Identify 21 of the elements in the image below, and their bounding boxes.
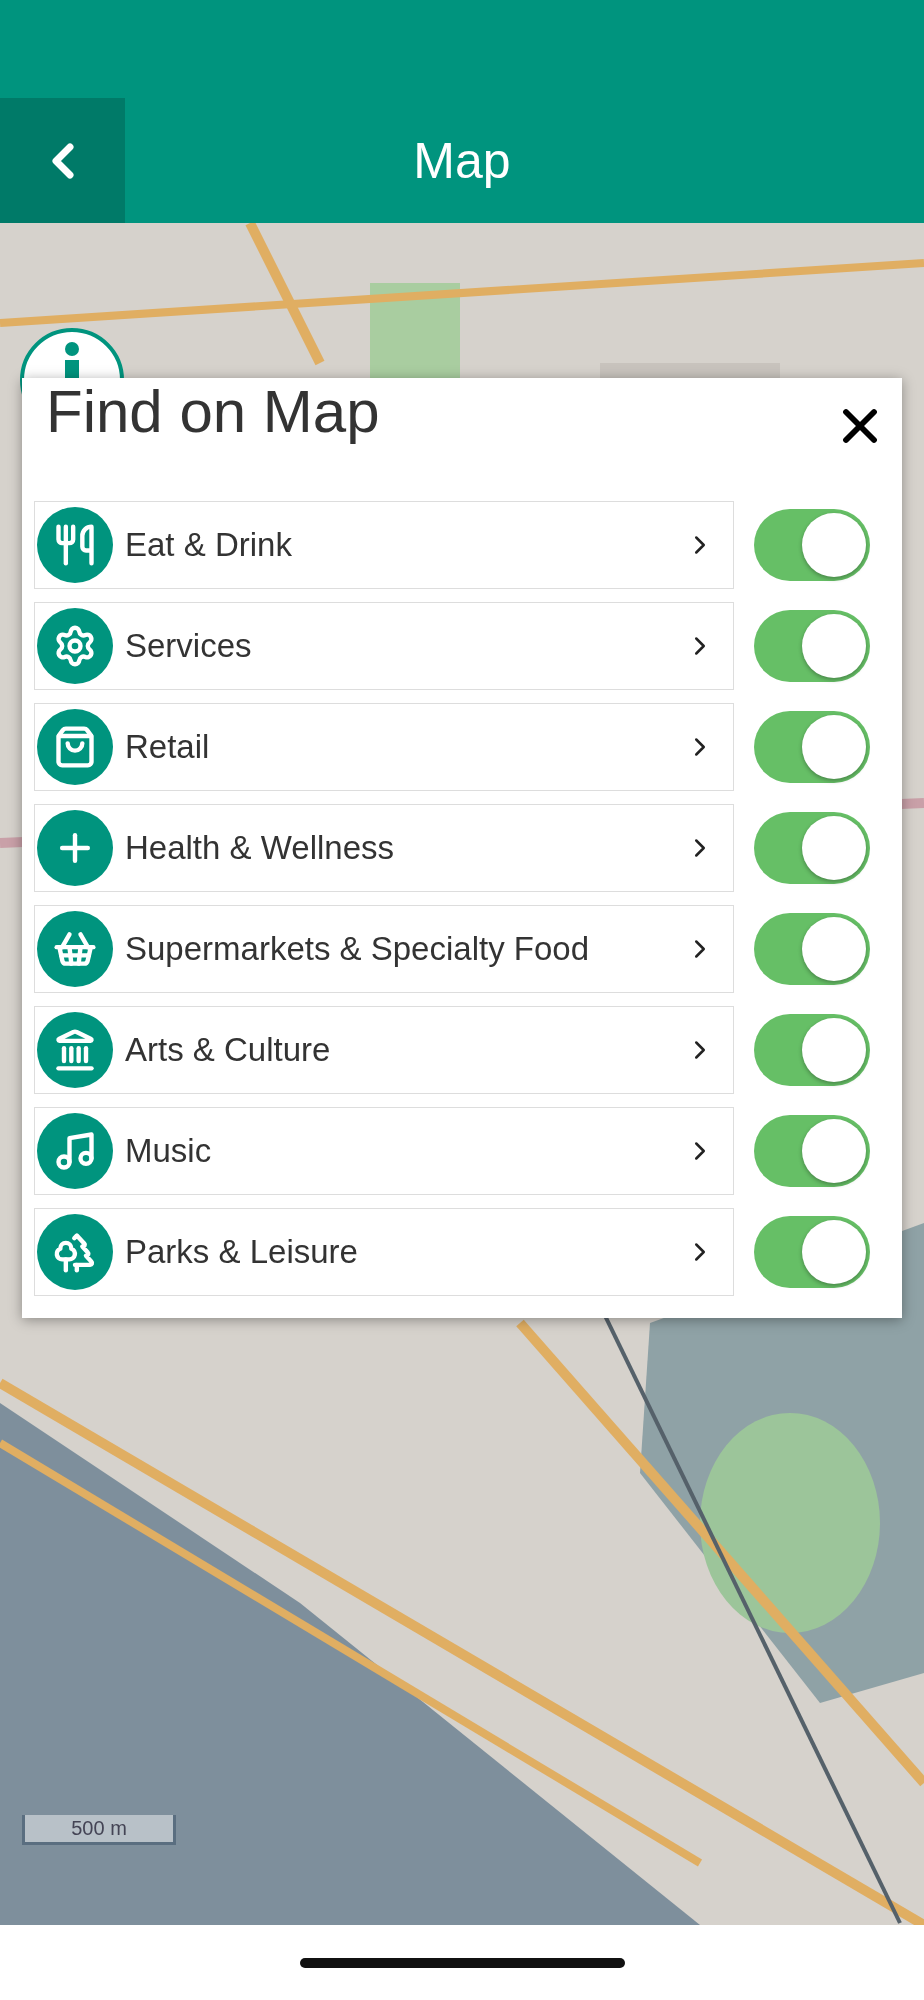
category-label: Parks & Leisure <box>125 1233 359 1271</box>
category-item[interactable]: Services <box>34 602 734 690</box>
back-button[interactable] <box>0 98 125 223</box>
category-label: Retail <box>125 728 211 766</box>
category-label: Music <box>125 1132 213 1170</box>
category-item[interactable]: Arts & Culture <box>34 1006 734 1094</box>
category-label: Eat & Drink <box>125 526 293 564</box>
category-item[interactable]: Eat & Drink <box>34 501 734 589</box>
header-title: Map <box>413 131 511 190</box>
info-icon <box>62 342 82 378</box>
category-item[interactable]: Supermarkets & Specialty Food <box>34 905 734 993</box>
category-label: Services <box>125 627 253 665</box>
category-item[interactable]: Health & Wellness <box>34 804 734 892</box>
category-label: Supermarkets & Specialty Food <box>125 930 591 968</box>
category-label: Arts & Culture <box>125 1031 332 1069</box>
dialog-title: Find on Map <box>46 382 380 442</box>
category-item[interactable]: Parks & Leisure <box>34 1208 734 1296</box>
scale-bar: 500 m <box>22 1815 176 1845</box>
category-item[interactable]: Music <box>34 1107 734 1195</box>
category-label: Health & Wellness <box>125 829 395 867</box>
category-item[interactable]: Retail <box>34 703 734 791</box>
